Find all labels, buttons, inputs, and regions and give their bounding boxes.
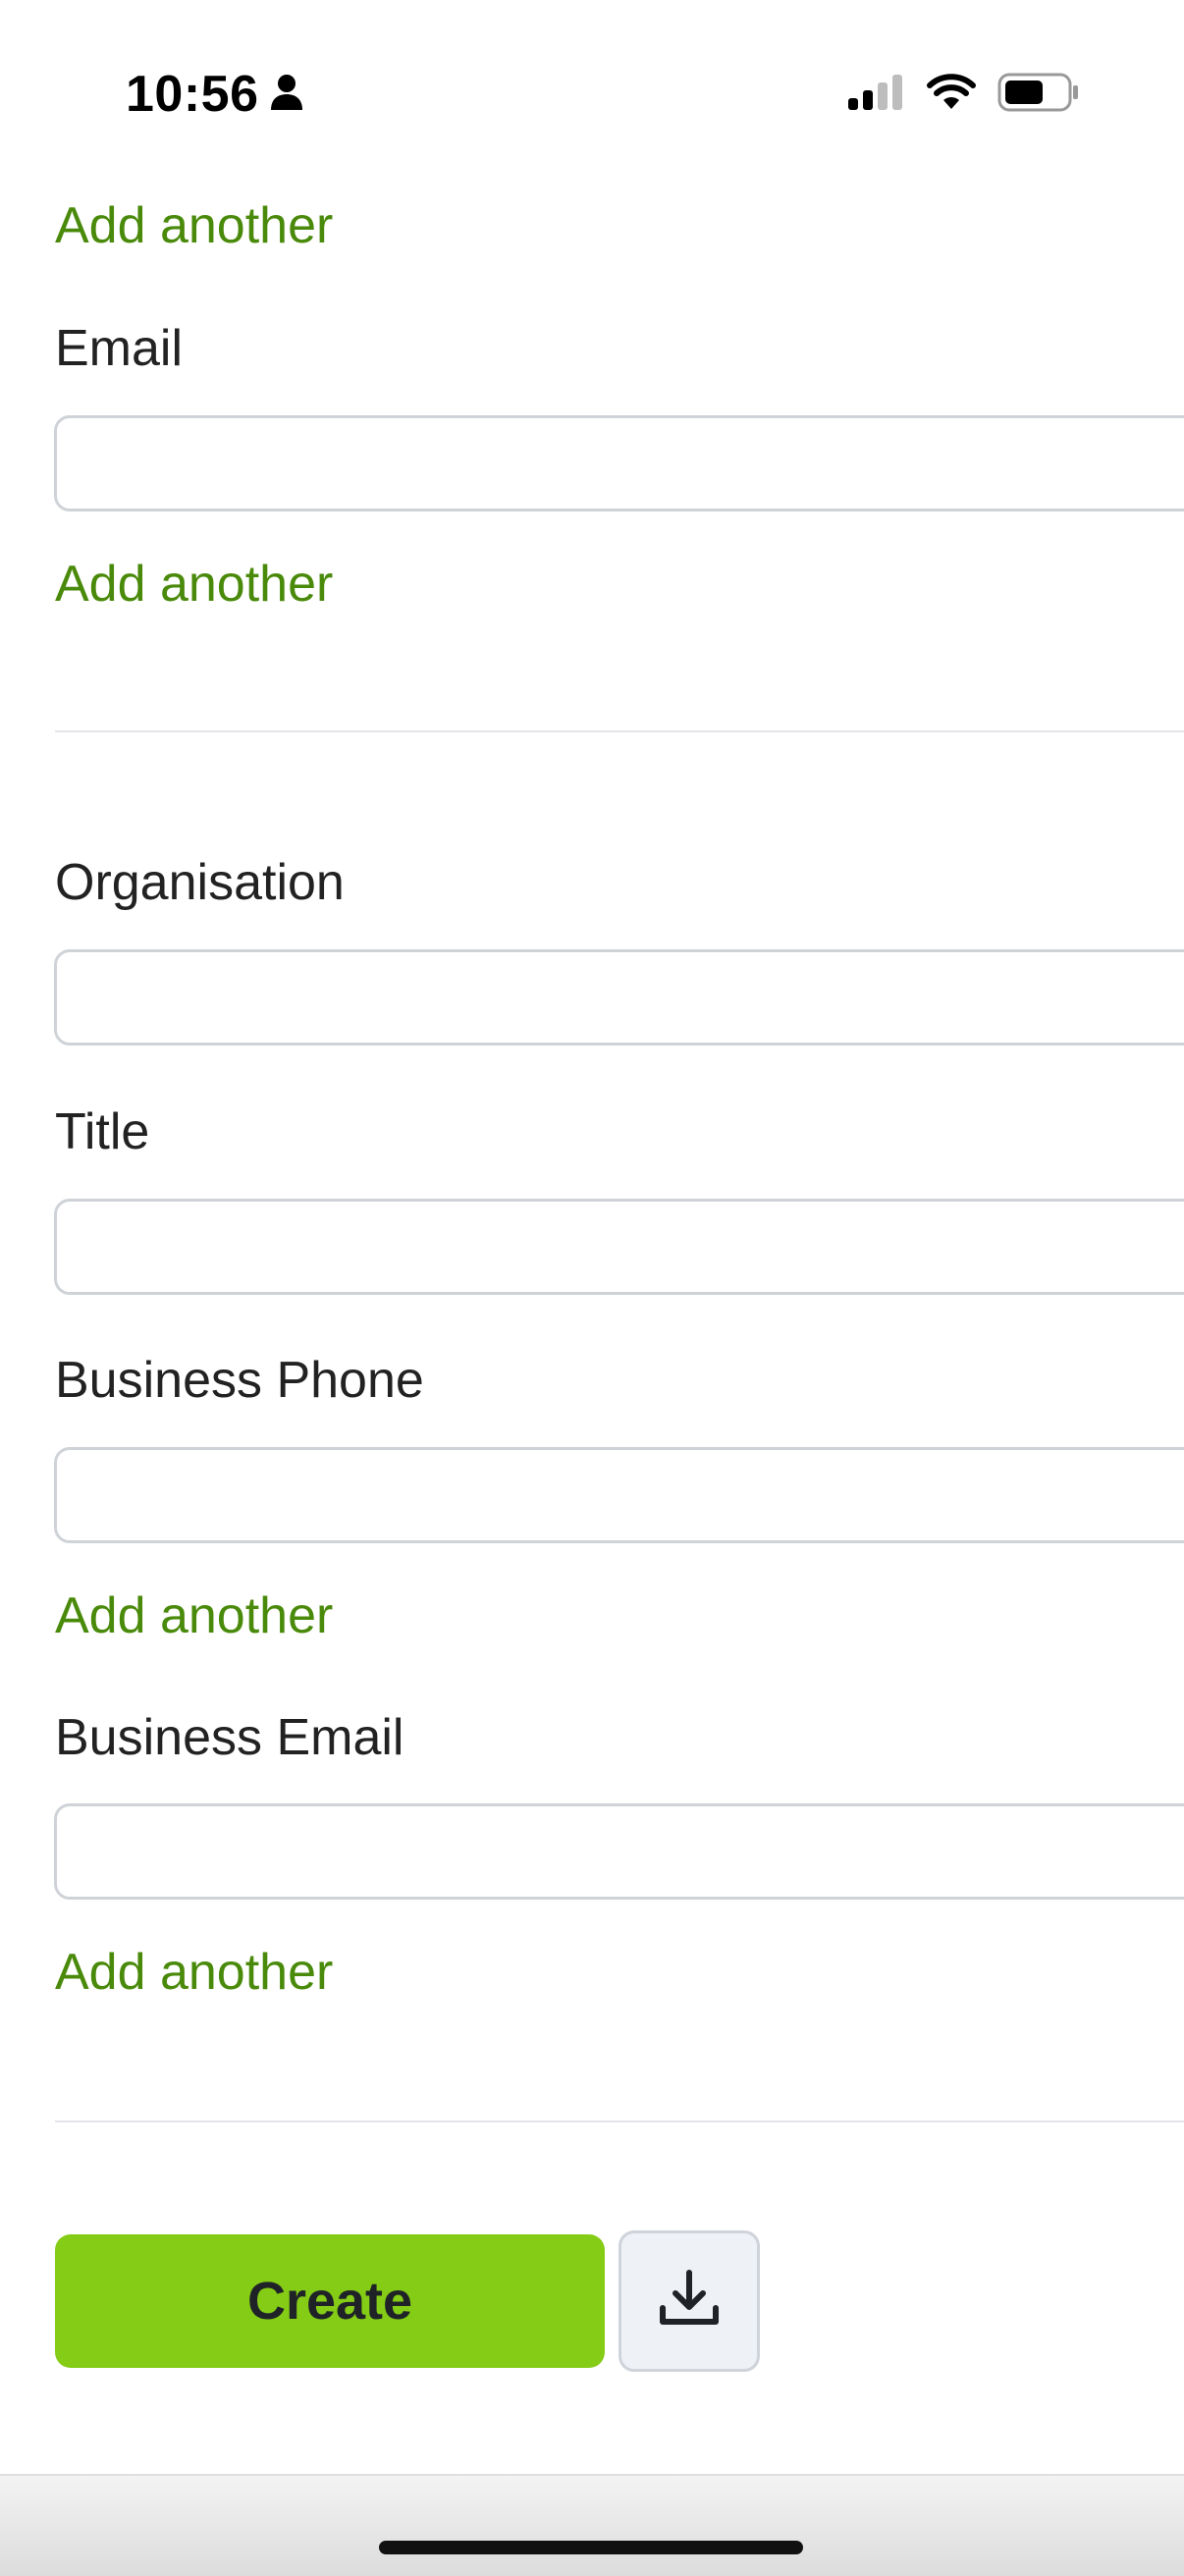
title-label: Title (55, 1103, 150, 1160)
download-button[interactable] (619, 2230, 760, 2372)
signal-icon (848, 75, 905, 115)
organisation-label: Organisation (55, 854, 345, 911)
business-phone-field[interactable] (54, 1447, 1184, 1543)
business-email-field[interactable] (54, 1803, 1184, 1900)
status-time: 10:56 (126, 66, 259, 123)
home-indicator[interactable] (379, 2541, 803, 2554)
status-time-group: 10:56 (126, 65, 304, 124)
add-another-business-email-link[interactable]: Add another (55, 1943, 333, 2002)
section-divider-bottom (55, 2120, 1184, 2122)
add-another-phone-link[interactable]: Add another (55, 196, 333, 255)
email-label: Email (55, 320, 184, 377)
wifi-icon (927, 74, 976, 116)
person-icon (269, 73, 304, 117)
add-another-business-phone-link[interactable]: Add another (55, 1586, 333, 1645)
section-divider (55, 730, 1184, 732)
add-another-email-link[interactable]: Add another (55, 555, 333, 614)
battery-icon (997, 73, 1080, 117)
title-field[interactable] (54, 1199, 1184, 1295)
organisation-field[interactable] (54, 949, 1184, 1046)
create-button[interactable]: Create (55, 2234, 605, 2368)
home-bar-area (0, 2474, 1184, 2576)
status-bar: 10:56 (0, 0, 1184, 187)
business-phone-label: Business Phone (55, 1352, 424, 1409)
email-field[interactable] (54, 415, 1184, 511)
status-indicators (848, 73, 1080, 117)
business-email-label: Business Email (55, 1709, 404, 1766)
download-icon (657, 2267, 722, 2336)
